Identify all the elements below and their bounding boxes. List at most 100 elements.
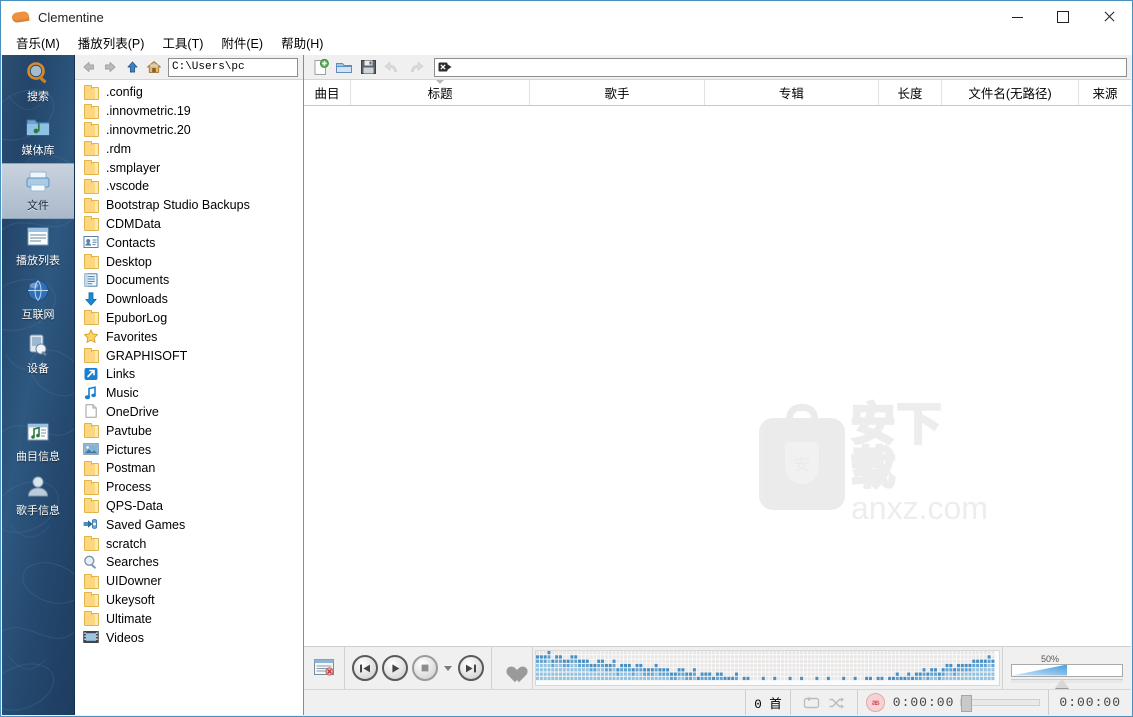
file-row[interactable]: Ultimate (75, 609, 303, 628)
sidebar-item-internet[interactable]: 互联网 (2, 273, 74, 327)
close-button[interactable] (1086, 1, 1132, 33)
volume-slider-rail[interactable] (1011, 678, 1123, 688)
file-row[interactable]: Bootstrap Studio Backups (75, 196, 303, 215)
file-row[interactable]: EpuborLog (75, 309, 303, 328)
toggle-playlist-button[interactable] (309, 653, 339, 683)
lastfm-icon[interactable]: as (865, 693, 885, 712)
redo-button[interactable] (404, 56, 428, 78)
file-row[interactable]: OneDrive (75, 403, 303, 422)
seek-thumb[interactable] (961, 695, 973, 712)
file-row[interactable]: .innovmetric.19 (75, 102, 303, 121)
seek-slider[interactable] (960, 695, 1041, 712)
file-name: UIDowner (106, 574, 162, 589)
playlist-column-header[interactable]: 文件名(无路径) (942, 80, 1079, 105)
menu-playlist[interactable]: 播放列表(P) (69, 34, 154, 54)
file-row[interactable]: Desktop (75, 252, 303, 271)
volume-slider-thumb[interactable] (1055, 678, 1069, 688)
file-row[interactable]: Music (75, 384, 303, 403)
folder-icon (83, 592, 99, 608)
playlist-column-header[interactable]: 曲目 (304, 80, 351, 105)
sidebar-item-library[interactable]: 媒体库 (2, 109, 74, 163)
new-playlist-button[interactable] (308, 56, 332, 78)
clear-filter-icon[interactable] (438, 61, 452, 73)
sidebar-item-song-info[interactable]: 曲目信息 (2, 415, 74, 469)
file-row[interactable]: .smplayer (75, 158, 303, 177)
file-name: CDMData (106, 216, 161, 231)
menu-help[interactable]: 帮助(H) (272, 34, 332, 54)
sidebar-item-artist-info[interactable]: 歌手信息 (2, 469, 74, 523)
volume-label: 50% (1041, 653, 1060, 664)
file-row[interactable]: UIDowner (75, 572, 303, 591)
file-row[interactable]: Videos (75, 628, 303, 647)
forward-button[interactable] (99, 57, 121, 77)
playlist-column-header[interactable]: 专辑 (705, 80, 879, 105)
file-row[interactable]: Downloads (75, 290, 303, 309)
playlist-body[interactable]: 安 安下载 anxz.com (304, 106, 1131, 646)
links-icon (83, 367, 99, 382)
menu-tools[interactable]: 工具(T) (153, 34, 212, 54)
file-row[interactable]: Links (75, 365, 303, 384)
file-row[interactable]: .rdm (75, 139, 303, 158)
up-button[interactable] (121, 57, 143, 77)
folder-icon (83, 160, 99, 176)
menu-music[interactable]: 音乐(M) (7, 34, 69, 54)
sidebar-item-search[interactable]: 搜索 (2, 55, 74, 109)
file-row[interactable]: GRAPHISOFT (75, 346, 303, 365)
playlist-column-header[interactable]: 标题 (351, 80, 531, 105)
back-button[interactable] (77, 57, 99, 77)
forward-arrow-icon (104, 62, 115, 72)
file-name: Bootstrap Studio Backups (106, 198, 250, 213)
file-row[interactable]: .innovmetric.20 (75, 121, 303, 140)
love-button[interactable] (497, 653, 527, 683)
next-button[interactable] (456, 653, 486, 683)
file-row[interactable]: Searches (75, 553, 303, 572)
window-title: Clementine (38, 9, 104, 25)
file-row[interactable]: .vscode (75, 177, 303, 196)
file-row[interactable]: Process (75, 478, 303, 497)
file-row[interactable]: scratch (75, 534, 303, 553)
volume-control[interactable]: 50% (1002, 647, 1131, 689)
file-row[interactable]: Postman (75, 459, 303, 478)
previous-button[interactable] (350, 653, 380, 683)
file-list[interactable]: .config .innovmetric.19 .innovmetric.20 .rd… (75, 80, 303, 715)
volume-track[interactable] (1011, 663, 1123, 677)
playlist-column-header[interactable]: 来源 (1079, 80, 1131, 105)
path-input[interactable]: C:\Users\pc (168, 57, 298, 77)
open-playlist-button[interactable] (332, 56, 356, 78)
undo-button[interactable] (380, 56, 404, 78)
file-row[interactable]: Pictures (75, 440, 303, 459)
volume-fill (1012, 664, 1067, 676)
files-icon (23, 168, 53, 196)
minimize-button[interactable] (994, 1, 1040, 33)
spectrum-analyzer[interactable] (535, 650, 1000, 686)
watermark-en-text: anxz.com (851, 490, 988, 526)
sidebar-item-devices[interactable]: 设备 (2, 327, 74, 381)
file-name: Saved Games (106, 517, 186, 532)
savedgames-icon (83, 517, 99, 532)
repeat-icon[interactable] (803, 696, 820, 710)
play-button[interactable] (380, 653, 410, 683)
file-name: Pavtube (106, 423, 152, 438)
file-row[interactable]: QPS-Data (75, 497, 303, 516)
stop-button[interactable] (410, 653, 440, 683)
maximize-button[interactable] (1040, 1, 1086, 33)
save-playlist-button[interactable] (356, 56, 380, 78)
sidebar-item-files[interactable]: 文件 (2, 163, 74, 219)
file-row[interactable]: CDMData (75, 215, 303, 234)
file-row[interactable]: Pavtube (75, 421, 303, 440)
file-row[interactable]: Ukeysoft (75, 591, 303, 610)
file-row[interactable]: Documents (75, 271, 303, 290)
playlist-filter[interactable] (434, 57, 1127, 77)
menu-extras[interactable]: 附件(E) (212, 34, 272, 54)
file-row[interactable]: Saved Games (75, 515, 303, 534)
playlist-column-header[interactable]: 歌手 (530, 80, 705, 105)
file-row[interactable]: Contacts (75, 233, 303, 252)
home-button[interactable] (143, 57, 165, 77)
stop-menu-button[interactable] (440, 653, 456, 683)
playlist-header[interactable]: 曲目 标题 歌手 专辑 长度 文件名(无路径) 来源 (304, 80, 1131, 106)
file-row[interactable]: .config (75, 83, 303, 102)
file-row[interactable]: Favorites (75, 327, 303, 346)
shuffle-icon[interactable] (828, 696, 845, 710)
playlist-column-header[interactable]: 长度 (879, 80, 942, 105)
sidebar-item-playlists[interactable]: 播放列表 (2, 219, 74, 273)
